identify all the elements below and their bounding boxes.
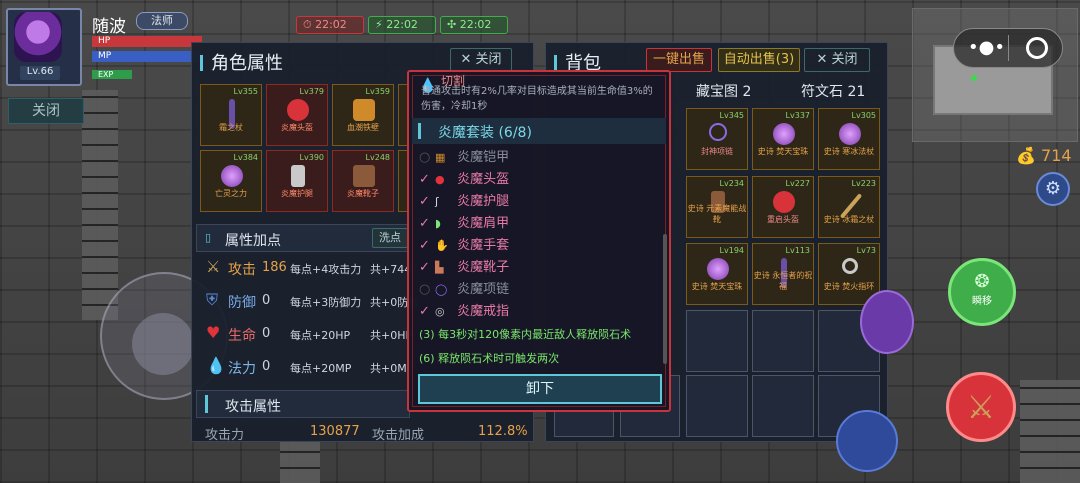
auto-sell-button[interactable]: 自动出售(3): [718, 48, 800, 72]
necklace-icon: ◯: [435, 283, 448, 296]
bag-empty-slot[interactable]: [686, 375, 748, 437]
hp-bar: HP: [92, 36, 202, 47]
set-item-armor: ○ ▦ 炎魔铠甲: [419, 148, 509, 168]
attack-bonus-value: 112.8%: [478, 424, 528, 439]
close-button[interactable]: 关闭: [8, 98, 84, 124]
scrollbar[interactable]: [663, 234, 667, 364]
buff-timers: ⏱ 22:02 ⚡ 22:02 ✣ 22:02: [296, 13, 512, 34]
set-title-bar: 炎魔套装 (6/8): [412, 118, 666, 144]
tab-treasure-map[interactable]: 藏宝图 2: [696, 81, 751, 101]
dash-skill-button[interactable]: ❂ 瞬移: [948, 258, 1016, 326]
attack-section-header: 攻击属性: [196, 390, 410, 418]
money-bag-icon: 💰: [1016, 146, 1036, 165]
bag-empty-slot[interactable]: [752, 310, 814, 372]
player-class-badge: 法师: [136, 12, 188, 30]
settings-gear-icon[interactable]: ⚙: [1036, 172, 1070, 206]
exit-icon[interactable]: [1026, 37, 1048, 59]
bag-item[interactable]: Lv345 封神项链: [686, 108, 748, 170]
bag-item[interactable]: Lv194 史诗 焚天宝珠: [686, 243, 748, 305]
system-capsule: •●•: [953, 28, 1063, 68]
tab-rune-stone[interactable]: 符文石 21: [801, 81, 865, 101]
shoulder-icon: ◗: [435, 217, 441, 230]
gold-display: 💰 714: [1016, 146, 1072, 165]
panel-title: 角色属性: [200, 49, 283, 75]
armor-icon: ▦: [435, 151, 446, 164]
exp-bar: EXP: [92, 70, 132, 79]
skill-description: 普通攻击时有2%几率对目标造成其当前生命值3%的伤害，冷却1秒: [421, 86, 653, 112]
bag-close-button[interactable]: ✕ 关闭: [804, 48, 870, 72]
player-level: Lv.66: [20, 66, 60, 80]
bag-empty-slot[interactable]: [752, 375, 814, 437]
set-item-boots: ✓ ▙ 炎魔靴子: [419, 258, 509, 278]
buff-timer: ⚡ 22:02: [368, 16, 436, 34]
more-icon[interactable]: •●•: [968, 37, 1005, 58]
buff-timer: ✣ 22:02: [440, 16, 508, 34]
equip-slot-armor[interactable]: Lv359 血潮铁壁: [332, 84, 394, 146]
equip-slot-helmet[interactable]: Lv379 炎魔头盔: [266, 84, 328, 146]
attack-button[interactable]: ⚔: [946, 372, 1016, 442]
bag-empty-slot[interactable]: [686, 310, 748, 372]
character-close-button[interactable]: ✕ 关闭: [450, 48, 512, 72]
helmet-icon: ●: [435, 173, 445, 186]
bag-item[interactable]: Lv223 史诗 冰霜之杖: [818, 176, 880, 238]
bag-item[interactable]: Lv234 史诗 元素魔能战靴: [686, 176, 748, 238]
set-item-ring: ✓ ◎ 炎魔戒指: [419, 302, 509, 322]
equip-slot-orb[interactable]: Lv384 亡灵之力: [200, 150, 262, 212]
bag-item[interactable]: Lv337 史诗 焚天宝珠: [752, 108, 814, 170]
mp-bar: MP: [92, 51, 202, 62]
glove-icon: ✋: [435, 239, 449, 252]
skill-button[interactable]: [836, 410, 898, 472]
dash-icon: ❂: [974, 271, 990, 292]
set-item-tooltip: 💧 切割 普通攻击时有2%几率对目标造成其当前生命值3%的伤害，冷却1秒 炎魔套…: [407, 70, 671, 412]
boot-icon: ▙: [435, 261, 444, 274]
wash-points-button[interactable]: 洗点: [372, 228, 408, 248]
joystick-knob[interactable]: [132, 313, 194, 375]
minimap-player-dot: [971, 75, 977, 81]
wall-bricks: [1020, 380, 1080, 483]
wall-bricks: [280, 440, 320, 483]
wall-bricks: [82, 90, 118, 320]
attack-bonus-label: 攻击加成: [372, 428, 425, 443]
set-bonus: (3) 每3秒对120像素内最近敌人释放陨石术: [419, 328, 632, 341]
set-item-helmet: ✓ ● 炎魔头盔: [419, 170, 509, 190]
attack-power-label: 攻击力: [205, 428, 245, 443]
bag-item[interactable]: Lv305 史诗 寒冰法杖: [818, 108, 880, 170]
set-item-shoulder: ✓ ◗ 炎魔肩甲: [419, 214, 509, 234]
set-item-gloves: ✓ ✋ 炎魔手套: [419, 236, 509, 256]
game-screen: Lv.66 随波 法师 HP MP EXP ⏱ 22:02 ⚡ 22:02 ✣ 22…: [0, 0, 1080, 483]
attack-power-value: 130877: [310, 424, 360, 439]
set-item-necklace: ○ ◯ 炎魔项链: [419, 280, 509, 300]
equip-slot-weapon[interactable]: Lv355 霜之杖: [200, 84, 262, 146]
legguard-icon: ʃ: [435, 195, 439, 208]
equip-slot-boots[interactable]: Lv248 炎魔靴子: [332, 150, 394, 212]
unequip-button[interactable]: 卸下: [418, 374, 662, 404]
ring-icon: ◎: [435, 305, 445, 318]
crossed-swords-icon: ⚔: [966, 388, 996, 426]
equip-slot-legs[interactable]: Lv390 炎魔护腿: [266, 150, 328, 212]
bag-item[interactable]: Lv227 重启头盔: [752, 176, 814, 238]
sell-all-button[interactable]: 一键出售: [646, 48, 712, 72]
skill-button[interactable]: [860, 290, 914, 354]
set-bonus: (6) 释放陨石术时可触发两次: [419, 352, 560, 365]
avatar: [14, 12, 62, 62]
player-name: 随波: [92, 17, 126, 37]
set-item-legs: ✓ ʃ 炎魔护腿: [419, 192, 509, 212]
bag-item[interactable]: Lv113 史诗 永恒者的祝福: [752, 243, 814, 305]
buff-timer: ⏱ 22:02: [296, 16, 364, 34]
